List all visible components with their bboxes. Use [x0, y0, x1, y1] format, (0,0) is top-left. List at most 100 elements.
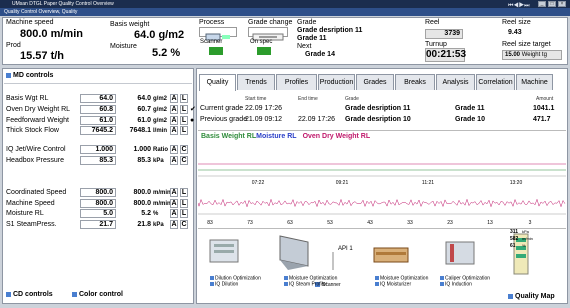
- time-tick: 13:20: [510, 180, 523, 186]
- md-row-name: S1 SteamPress.: [6, 221, 57, 228]
- md-mode-button[interactable]: L: [180, 199, 188, 208]
- cd-controls-link[interactable]: CD controls: [6, 291, 53, 299]
- md-mode-button[interactable]: L: [180, 209, 188, 218]
- next-grade: Grade 14: [305, 51, 335, 58]
- tab-breaks[interactable]: Breaks: [395, 74, 435, 90]
- position-tick: 33: [407, 220, 413, 226]
- md-auto-button[interactable]: A: [170, 220, 178, 229]
- legend-item: Oven Dry Weight RL: [302, 133, 371, 140]
- md-setpoint-input[interactable]: 60.8: [80, 105, 116, 114]
- md-controls-icon: [6, 72, 11, 78]
- md-row: IQ Jet/Wire Control 1.000 1.000 Ratio A C: [6, 145, 190, 155]
- steam-profiler-unit[interactable]: [279, 235, 309, 270]
- md-auto-button[interactable]: A: [170, 209, 178, 218]
- md-auto-button[interactable]: A: [170, 126, 178, 135]
- md-auto-button[interactable]: A: [170, 94, 178, 103]
- reel-size-target-box[interactable]: 15.00 Weight tg: [502, 50, 562, 60]
- md-auto-button[interactable]: A: [170, 188, 178, 197]
- md-unit: kPa: [153, 158, 164, 164]
- menu-path[interactable]: Quality Control Overview, Quality: [4, 9, 77, 15]
- position-tick: 63: [287, 220, 293, 226]
- basis-weight-label: Basis weight: [110, 21, 150, 28]
- md-controls-title: MD controls: [13, 72, 54, 79]
- grade-label: Grade: [297, 19, 317, 26]
- md-actual-value: 800.0: [133, 189, 151, 196]
- quality-map-link[interactable]: Quality Map: [508, 293, 555, 301]
- position-tick: 13: [487, 220, 493, 226]
- tab-production[interactable]: Production: [318, 74, 355, 90]
- time-tick: 07:22: [252, 180, 265, 186]
- md-mode-button[interactable]: L: [180, 116, 188, 125]
- position-tick: 53: [327, 220, 333, 226]
- process-item-caption[interactable]: IQ Moisturizer: [375, 282, 411, 287]
- process-item-caption[interactable]: IQ Steam Profiler: [284, 282, 327, 287]
- md-setpoint-input[interactable]: 61.0: [80, 116, 116, 125]
- process-item-caption[interactable]: IQ Induction: [440, 282, 472, 287]
- md-row: Machine Speed 800.0 800.0 m/min A L: [6, 199, 190, 209]
- md-setpoint-input[interactable]: 5.0: [80, 209, 116, 218]
- position-tick: 43: [367, 220, 373, 226]
- process-item-caption[interactable]: IQ Dilution: [210, 282, 238, 287]
- quality-map-icon: [508, 293, 513, 299]
- md-mode-button[interactable]: C: [180, 220, 188, 229]
- md-auto-button[interactable]: A: [170, 145, 178, 154]
- induction-unit[interactable]: [445, 241, 475, 265]
- dilution-unit[interactable]: [209, 239, 239, 263]
- md-setpoint-input[interactable]: 800.0: [80, 188, 116, 197]
- md-auto-button[interactable]: A: [170, 156, 178, 165]
- grade-row-amount: 1041.1: [533, 105, 555, 112]
- md-mode-button[interactable]: L: [180, 188, 188, 197]
- md-unit: l/min: [153, 128, 168, 134]
- md-mode-button[interactable]: C: [180, 145, 188, 154]
- md-setpoint-input[interactable]: 800.0: [80, 199, 116, 208]
- md-mode-button[interactable]: L: [180, 105, 188, 114]
- tab-quality[interactable]: Quality: [199, 74, 236, 91]
- md-setpoint-input[interactable]: 64.0: [80, 94, 116, 103]
- md-setpoint-input[interactable]: 85.3: [80, 156, 116, 165]
- md-actual-value: 60.7: [137, 106, 151, 113]
- md-setpoint-input[interactable]: 21.7: [80, 220, 116, 229]
- md-row: Coordinated Speed 800.0 800.0 m/min A L: [6, 188, 190, 198]
- minimize-button[interactable]: _: [538, 1, 546, 7]
- md-row-name: Basis Wgt RL: [6, 95, 49, 102]
- tab-machine[interactable]: Machine: [516, 74, 553, 90]
- app-window: UMsan DTGL Paper Quality Control Overvie…: [0, 0, 570, 308]
- close-button[interactable]: ×: [558, 1, 566, 7]
- header-start-time: Start time: [245, 96, 267, 102]
- md-setpoint-input[interactable]: 1.000: [80, 145, 116, 154]
- md-actual-value: 800.0: [133, 200, 151, 207]
- prod-label: Prod: [6, 42, 21, 49]
- md-mode-button[interactable]: L: [180, 94, 188, 103]
- tab-analysis[interactable]: Analysis: [436, 74, 475, 90]
- md-controls-header[interactable]: MD controls: [6, 72, 53, 80]
- color-control-link[interactable]: Color control: [72, 291, 123, 299]
- header-amount: Amount: [536, 96, 554, 102]
- tab-grades[interactable]: Grades: [356, 74, 394, 90]
- grade-row-label: Previous grade: [200, 116, 248, 123]
- tab-trends[interactable]: Trends: [237, 74, 275, 90]
- nav-arrows: ⏮◀▶⏭: [508, 3, 530, 10]
- scanner-status-indicator: [209, 47, 223, 55]
- process-indicator[interactable]: [199, 27, 237, 41]
- last-icon[interactable]: ⏭: [524, 3, 529, 9]
- next-label: Next: [297, 43, 312, 50]
- md-row: Moisture RL 5.0 5.2% A L: [6, 209, 190, 219]
- grade-change-indicator[interactable]: [248, 27, 288, 41]
- process-item-text: IQ Moisturizer: [380, 281, 412, 288]
- tab-profiles[interactable]: Profiles: [276, 74, 317, 90]
- moisture-label: Moisture: [110, 43, 137, 50]
- md-actual-value: 85.3: [137, 157, 151, 164]
- grade-row-start: 21.09 09:12: [245, 116, 282, 123]
- md-mode-button[interactable]: C: [180, 156, 188, 165]
- moisturizer-unit[interactable]: [373, 247, 409, 263]
- md-unit: g/m2: [153, 118, 168, 124]
- md-auto-button[interactable]: A: [170, 199, 178, 208]
- md-mode-button[interactable]: L: [180, 126, 188, 135]
- md-status-icon: ●: [190, 117, 195, 124]
- md-row-name: IQ Jet/Wire Control: [6, 146, 66, 153]
- md-auto-button[interactable]: A: [170, 105, 178, 114]
- md-setpoint-input[interactable]: 7645.2: [80, 126, 116, 135]
- tab-correlation[interactable]: Correlation: [476, 74, 515, 90]
- md-auto-button[interactable]: A: [170, 116, 178, 125]
- maximize-button[interactable]: □: [548, 1, 556, 7]
